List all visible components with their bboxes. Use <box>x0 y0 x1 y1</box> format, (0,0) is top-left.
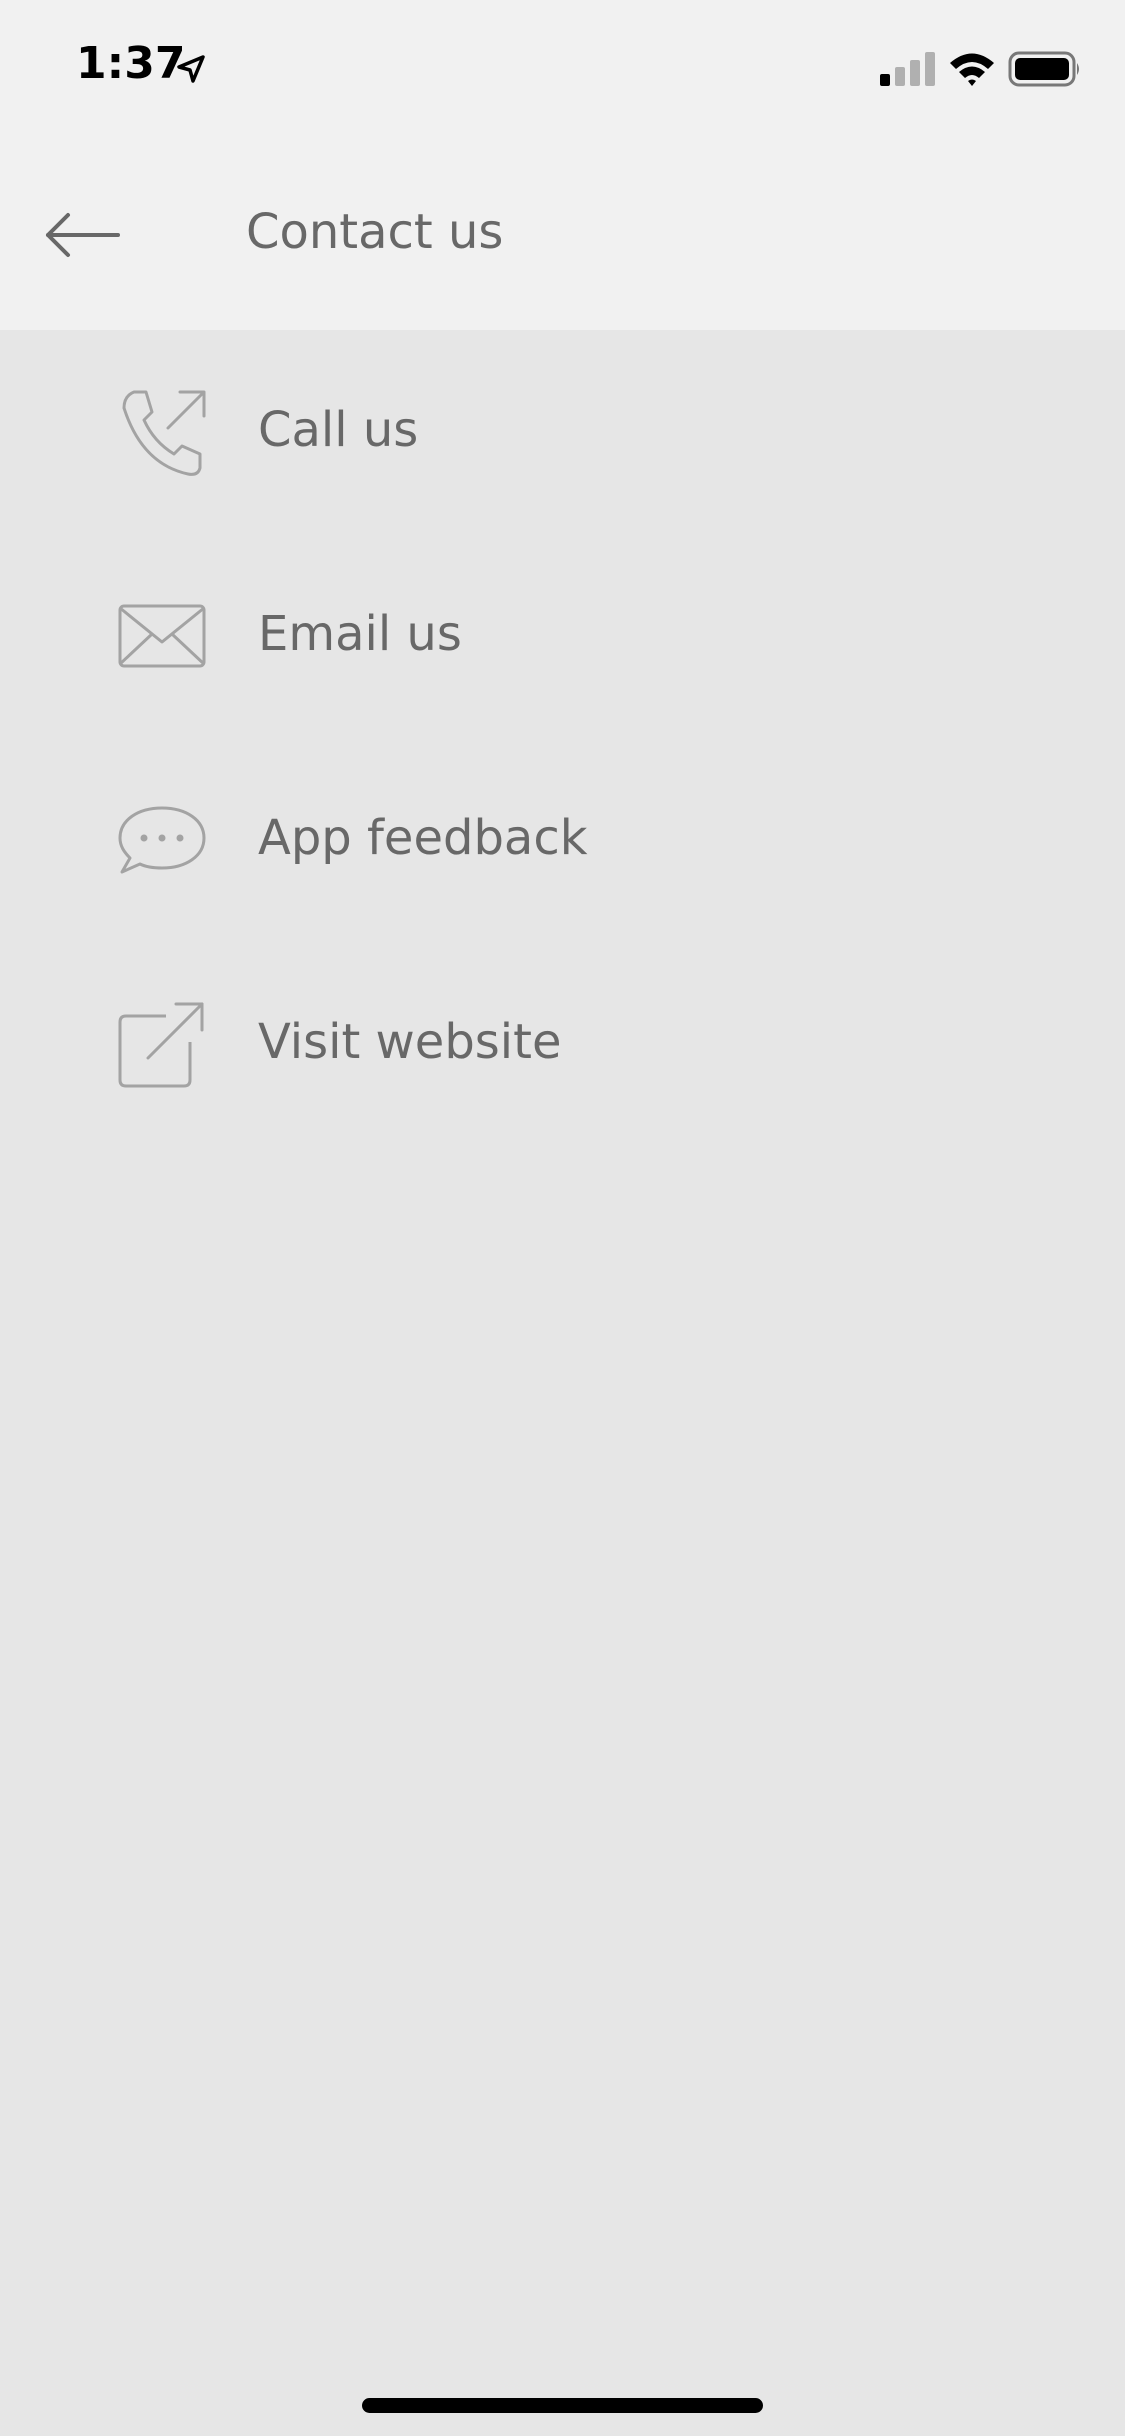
status-time: 1:37 <box>76 38 186 89</box>
cellular-signal-icon <box>880 52 935 86</box>
email-us-item[interactable]: Email us <box>0 534 1125 738</box>
wifi-icon <box>950 53 994 86</box>
email-us-label: Email us <box>258 606 462 662</box>
location-arrow-icon <box>177 55 205 83</box>
envelope-icon <box>114 588 210 684</box>
app-feedback-item[interactable]: App feedback <box>0 738 1125 942</box>
external-link-icon <box>114 996 210 1092</box>
status-bar: 1:37 <box>0 0 1125 140</box>
phone-outgoing-icon <box>114 384 210 480</box>
home-indicator[interactable] <box>362 2398 763 2413</box>
navigation-bar: Contact us <box>0 140 1125 330</box>
visit-website-label: Visit website <box>258 1014 562 1070</box>
back-button[interactable] <box>40 200 126 270</box>
battery-icon <box>1008 51 1079 87</box>
arrow-left-icon <box>46 213 120 257</box>
speech-bubble-icon <box>114 792 210 888</box>
call-us-item[interactable]: Call us <box>0 330 1125 534</box>
call-us-label: Call us <box>258 402 419 458</box>
app-feedback-label: App feedback <box>258 810 588 866</box>
visit-website-item[interactable]: Visit website <box>0 942 1125 1146</box>
page-title: Contact us <box>246 204 504 260</box>
